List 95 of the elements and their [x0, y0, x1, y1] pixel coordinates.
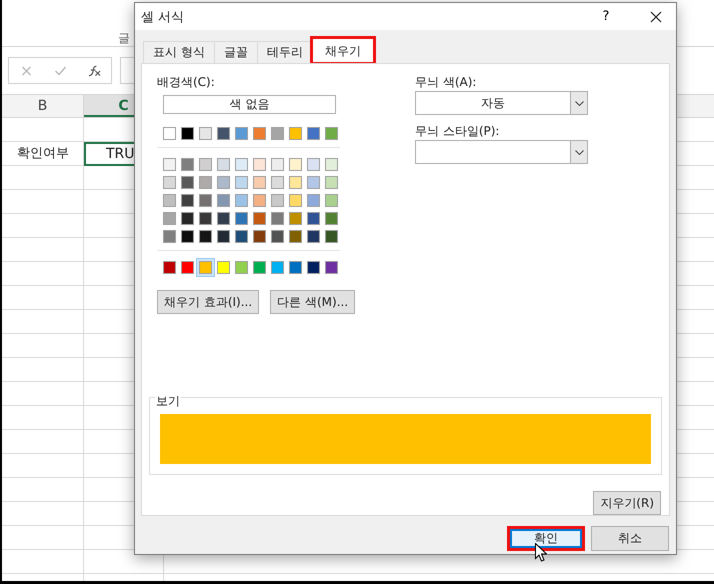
color-swatch[interactable] [289, 126, 302, 140]
close-icon [650, 10, 662, 22]
color-swatch[interactable] [325, 158, 338, 170]
color-swatch[interactable] [289, 230, 302, 242]
color-swatch[interactable] [181, 176, 194, 188]
function-icon[interactable] [88, 64, 100, 76]
table-cell-text: 확인여부 [16, 145, 70, 163]
color-swatch[interactable] [199, 158, 212, 170]
color-swatch[interactable] [235, 194, 248, 206]
fill-effects-button[interactable]: 채우기 효과(I)... [157, 290, 260, 314]
group-label: 보기 [155, 394, 181, 408]
color-swatch[interactable] [253, 230, 266, 242]
color-swatch[interactable] [307, 230, 320, 242]
color-swatch[interactable] [235, 126, 248, 140]
color-swatch[interactable] [217, 176, 230, 188]
color-swatch[interactable] [271, 230, 284, 242]
color-swatch[interactable] [289, 194, 302, 206]
color-swatch[interactable] [271, 194, 284, 206]
no-color-button[interactable]: 색 없음 [163, 95, 336, 114]
color-swatch[interactable] [307, 176, 320, 188]
window-title: 셀 서식 [141, 8, 186, 26]
cancel-icon[interactable] [20, 64, 32, 76]
color-swatch[interactable] [253, 212, 266, 224]
color-swatch[interactable] [271, 126, 284, 140]
color-swatch[interactable] [163, 126, 176, 140]
color-swatch[interactable] [217, 230, 230, 242]
color-swatch[interactable] [235, 176, 248, 188]
color-swatch[interactable] [325, 260, 338, 274]
color-swatch[interactable] [307, 126, 320, 140]
color-swatch[interactable] [199, 126, 212, 140]
field-label: 배경색(C): [157, 74, 216, 90]
color-swatch[interactable] [325, 176, 338, 188]
field-label: 무늬 색(A): [415, 74, 478, 90]
color-swatch[interactable] [163, 158, 176, 170]
color-swatch[interactable] [325, 126, 338, 140]
field-label: 무늬 스타일(P): [415, 123, 500, 139]
color-swatch[interactable] [199, 260, 212, 274]
clear-button[interactable]: 지우기(R) [593, 491, 661, 515]
ok-button[interactable]: 확인 [507, 526, 585, 551]
color-swatch[interactable] [163, 230, 176, 242]
color-swatch[interactable] [253, 176, 266, 188]
color-swatch[interactable] [235, 158, 248, 170]
check-icon[interactable] [54, 64, 66, 76]
color-swatch[interactable] [217, 260, 230, 274]
dropdown[interactable]: 자동 [415, 91, 588, 115]
color-swatch[interactable] [199, 230, 212, 242]
color-swatch[interactable] [253, 158, 266, 170]
color-swatch[interactable] [271, 158, 284, 170]
color-swatch[interactable] [217, 126, 230, 140]
color-swatch[interactable] [181, 260, 194, 274]
color-swatch[interactable] [325, 194, 338, 206]
dropdown[interactable] [415, 140, 588, 164]
color-swatch[interactable] [271, 176, 284, 188]
mouse-pointer-icon [535, 543, 547, 562]
color-swatch[interactable] [271, 212, 284, 224]
chevron-down-icon [574, 100, 584, 106]
color-swatch[interactable] [289, 176, 302, 188]
color-swatch[interactable] [307, 212, 320, 224]
color-swatch[interactable] [199, 194, 212, 206]
color-swatch[interactable] [271, 260, 284, 274]
cancel-button[interactable]: 취소 [591, 526, 669, 551]
more-colors-button[interactable]: 다른 색(M)... [270, 290, 356, 314]
color-swatch[interactable] [307, 158, 320, 170]
tab[interactable]: 표시 형식 [143, 41, 215, 63]
help-button[interactable]: ? [594, 9, 618, 24]
color-swatch[interactable] [289, 260, 302, 274]
color-swatch[interactable] [163, 260, 176, 274]
color-swatch[interactable] [307, 194, 320, 206]
color-swatch[interactable] [181, 194, 194, 206]
color-swatch[interactable] [181, 212, 194, 224]
color-swatch[interactable] [163, 212, 176, 224]
color-swatch[interactable] [235, 260, 248, 274]
color-swatch[interactable] [163, 176, 176, 188]
color-swatch[interactable] [253, 194, 266, 206]
color-swatch[interactable] [181, 126, 194, 140]
color-swatch[interactable] [181, 158, 194, 170]
color-swatch[interactable] [163, 194, 176, 206]
color-swatch[interactable] [325, 230, 338, 242]
color-swatch[interactable] [181, 230, 194, 242]
chevron-down-icon [574, 150, 584, 154]
color-swatch[interactable] [289, 212, 302, 224]
color-swatch[interactable] [217, 212, 230, 224]
color-swatch[interactable] [307, 260, 320, 274]
color-swatch[interactable] [289, 158, 302, 170]
color-swatch[interactable] [253, 126, 266, 140]
color-swatch[interactable] [325, 212, 338, 224]
color-swatch[interactable] [217, 158, 230, 170]
ribbon-group-label: 글 [118, 30, 130, 47]
color-swatch[interactable] [235, 212, 248, 224]
color-swatch[interactable] [199, 176, 212, 188]
color-swatch[interactable] [235, 230, 248, 242]
tab[interactable]: 채우기 [312, 38, 374, 63]
color-swatch[interactable] [253, 260, 266, 274]
color-swatch[interactable] [199, 212, 212, 224]
color-swatch[interactable] [217, 194, 230, 206]
